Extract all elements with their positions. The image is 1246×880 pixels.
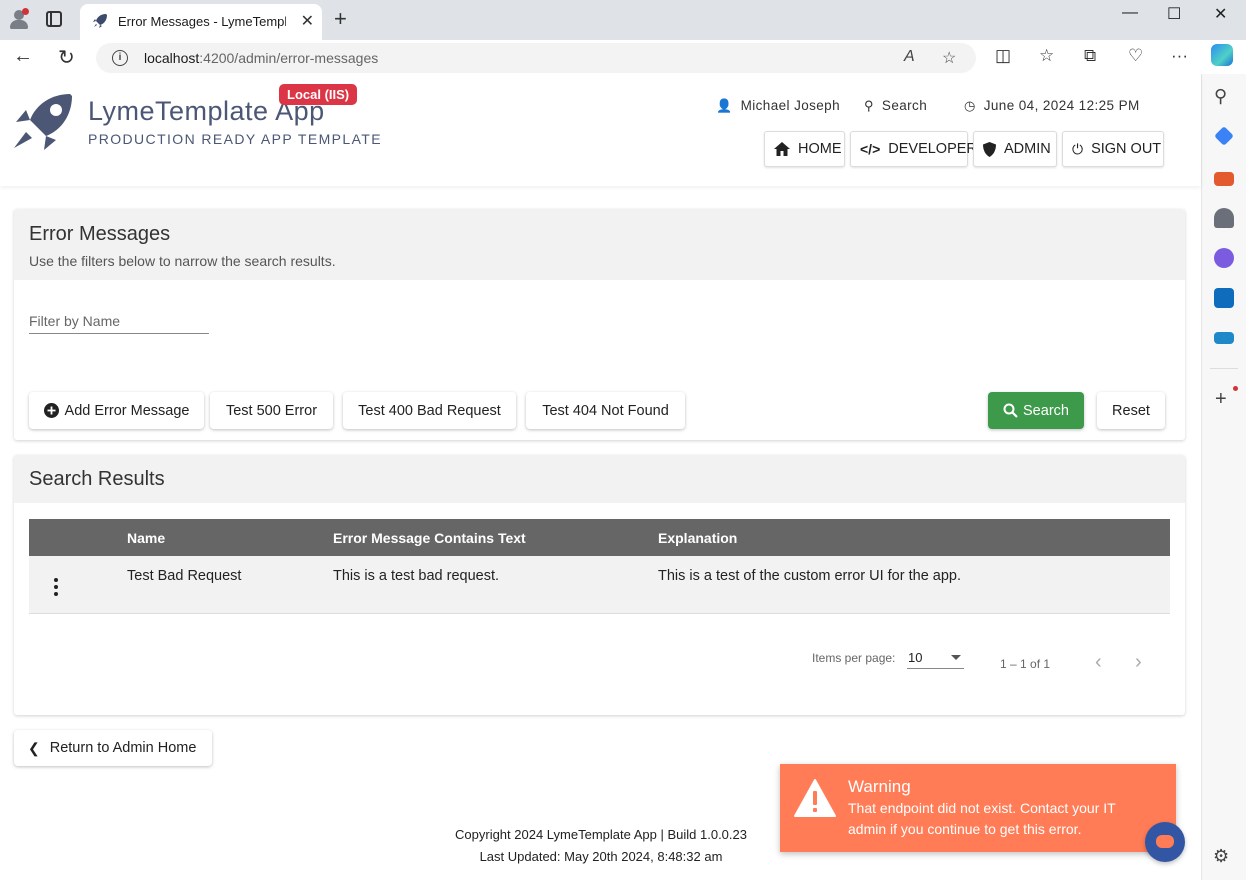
chat-widget-icon[interactable] [1145,822,1185,862]
nav-home-button[interactable]: HOME [764,131,845,167]
user-icon: 👤 [716,98,733,113]
toast-message: That endpoint did not exist. Contact you… [848,800,1116,837]
browser-essentials-icon[interactable]: ♡ [1128,46,1143,66]
return-to-admin-home-button[interactable]: ❮ Return to Admin Home [14,730,213,766]
row-actions-kebab-icon[interactable] [54,578,58,596]
minimize-button[interactable]: — [1122,4,1138,22]
cell-explanation: This is a test of the custom error UI fo… [658,568,962,584]
tab-close-icon[interactable]: ✕ [301,11,314,31]
filter-by-name-input[interactable]: Filter by Name [29,313,120,329]
rocket-logo-icon[interactable] [12,92,76,154]
cell-contains-text: This is a test bad request. [333,568,500,584]
sidebar-settings-icon[interactable]: ⚙ [1213,846,1229,867]
address-toolbar: ← ↻ i localhost:4200/admin/error-message… [0,40,1246,74]
warning-icon [794,779,836,817]
table-header: Name Error Message Contains Text Explana… [29,519,1170,556]
favorite-star-icon[interactable]: ☆ [942,48,956,68]
test-400-bad-request-button[interactable]: Test 400 Bad Request [343,392,516,429]
test-500-error-button[interactable]: Test 500 Error [210,392,333,429]
test-404-not-found-button[interactable]: Test 404 Not Found [526,392,685,429]
url-text[interactable]: localhost:4200/admin/error-messages [144,50,378,66]
notification-dot [1233,386,1238,391]
nav-developer-button[interactable]: </> DEVELOPER [850,131,977,167]
app-header: LymeTemplate App PRODUCTION READY APP TE… [0,74,1201,186]
page-subtitle: Use the filters below to narrow the sear… [29,253,336,269]
games-icon[interactable] [1214,208,1234,228]
drop-icon[interactable] [1214,332,1234,344]
user-menu[interactable]: 👤 Michael Joseph [716,98,840,114]
tab-title: Error Messages - LymeTemplate App [118,14,286,29]
read-aloud-icon[interactable]: A [904,48,915,66]
column-header-contains-text[interactable]: Error Message Contains Text [333,530,526,546]
new-tab-button[interactable]: + [334,8,347,30]
card-header: Error Messages Use the filters below to … [14,209,1185,280]
refresh-icon[interactable]: ↻ [58,45,75,70]
collections-icon[interactable]: ⧉ [1084,46,1096,66]
code-icon: </> [860,141,881,157]
browser-tab[interactable]: Error Messages - LymeTemplate App ✕ [80,4,322,40]
column-header-explanation[interactable]: Explanation [658,530,737,546]
maximize-button[interactable]: ☐ [1167,4,1181,24]
favorites-icon[interactable]: ☆ [1039,46,1054,66]
footer-copyright: Copyright 2024 LymeTemplate App | Build … [455,827,747,842]
shield-icon [983,141,996,157]
edge-sidebar: ⚲ + ⚙ [1201,74,1246,880]
power-icon: ⏻ [1072,140,1084,157]
outlook-icon[interactable] [1214,288,1234,308]
add-circle-icon [43,403,59,418]
footer-last-updated: Last Updated: May 20th 2024, 8:48:32 am [479,849,723,864]
table-row[interactable]: Test Bad Request This is a test bad requ… [29,556,1170,614]
datetime-display: ◷ June 04, 2024 12:25 PM [964,98,1140,113]
search-button[interactable]: Search [988,392,1084,429]
site-info-icon[interactable]: i [112,50,128,66]
home-icon [774,142,790,156]
browser-titlebar: Error Messages - LymeTemplate App ✕ + — … [0,0,1246,40]
environment-badge: Local (IIS) [279,84,358,105]
copilot-icon[interactable] [1211,44,1233,66]
footer: Copyright 2024 LymeTemplate App | Build … [448,824,754,868]
search-icon [1003,403,1018,418]
app-viewport: LymeTemplate App PRODUCTION READY APP TE… [0,74,1201,880]
error-messages-card: Error Messages Use the filters below to … [14,209,1185,440]
search-icon: ⚲ [864,98,874,113]
results-title: Search Results [29,468,165,490]
back-arrow-icon[interactable]: ← [13,45,33,68]
nav-admin-button[interactable]: ADMIN [973,131,1057,167]
toast-title: Warning [848,777,911,796]
pager-range: 1 – 1 of 1 [1000,657,1051,671]
tools-icon[interactable] [1214,172,1234,186]
split-screen-icon[interactable]: ◫ [995,46,1011,66]
tab-actions-icon[interactable] [46,11,62,27]
search-results-card: Search Results Name Error Message Contai… [14,455,1185,715]
dropdown-caret-icon [951,655,961,660]
reset-button[interactable]: Reset [1097,392,1165,429]
chevron-left-icon: ❮ [28,739,40,756]
add-error-message-button[interactable]: Add Error Message [29,392,204,429]
nav-sign-out-button[interactable]: ⏻ SIGN OUT [1062,131,1164,167]
filter-input-underline [29,333,209,334]
column-header-name[interactable]: Name [127,530,165,546]
previous-page-button[interactable]: ‹ [1095,651,1102,674]
microsoft-365-icon[interactable] [1214,248,1234,268]
sidebar-search-icon[interactable]: ⚲ [1214,86,1227,107]
next-page-button[interactable]: › [1135,651,1142,674]
shopping-tag-icon[interactable] [1214,126,1234,146]
cell-name: Test Bad Request [127,568,242,584]
app-subtitle: PRODUCTION READY APP TEMPLATE [88,131,382,147]
page-title: Error Messages [29,223,171,245]
items-per-page-select[interactable]: 10 [907,647,964,669]
warning-toast[interactable]: Warning That endpoint did not exist. Con… [780,764,1176,852]
profile-avatar-icon[interactable] [8,8,30,30]
header-search-link[interactable]: ⚲ Search [864,98,927,114]
items-per-page-label: Items per page: [812,651,896,665]
add-sidebar-app-icon[interactable]: + [1215,388,1227,411]
clock-icon: ◷ [964,98,976,113]
card-header: Search Results [14,455,1185,503]
rocket-favicon-icon [93,14,107,28]
more-menu-icon[interactable]: ··· [1171,46,1188,66]
close-window-button[interactable]: ✕ [1214,4,1227,24]
sidebar-divider [1210,368,1238,369]
url-bar[interactable]: i localhost:4200/admin/error-messages A … [96,43,976,73]
